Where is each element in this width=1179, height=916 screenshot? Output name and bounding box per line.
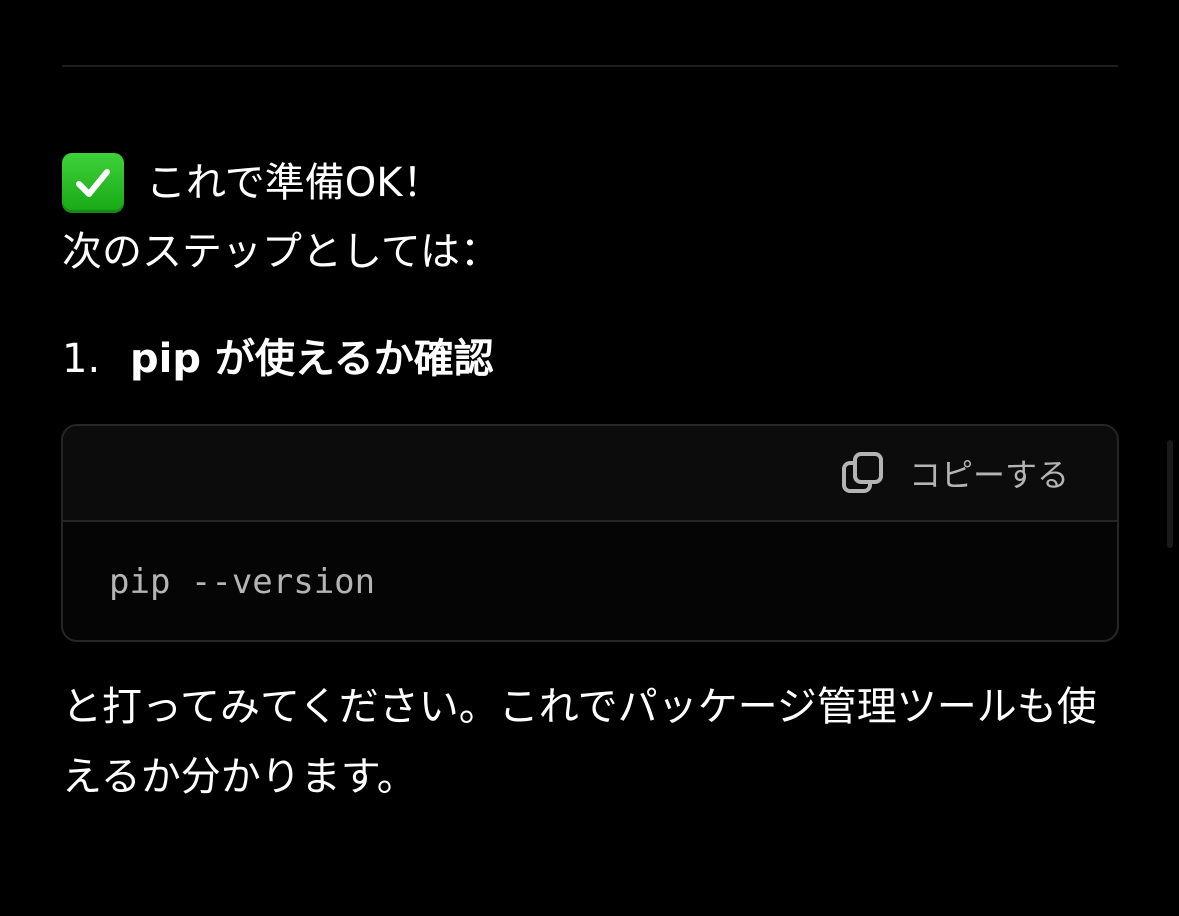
next-steps-intro: 次のステップとしては： — [62, 229, 500, 275]
scrollbar[interactable] — [1167, 440, 1173, 548]
message-divider — [62, 65, 1118, 67]
copy-icon — [841, 451, 885, 495]
code-content: pip --version — [109, 562, 376, 602]
ready-text: これで準備OK！ — [146, 160, 443, 206]
copy-button[interactable]: コピーする — [841, 450, 1069, 496]
step-number: 1. — [62, 336, 101, 382]
code-block: コピーする pip --version — [61, 424, 1119, 642]
description-text: と打ってみてください。これでパッケージ管理ツールも使えるか分かります。 — [62, 684, 1097, 800]
code-block-header: コピーする — [63, 426, 1117, 522]
step-heading: 1. pip が使えるか確認 — [62, 328, 494, 390]
check-mark-button-icon — [62, 153, 124, 213]
step-title: pip が使えるか確認 — [130, 336, 494, 382]
ready-line: これで準備OK！ — [62, 152, 443, 214]
copy-button-label: コピーする — [908, 456, 1069, 494]
